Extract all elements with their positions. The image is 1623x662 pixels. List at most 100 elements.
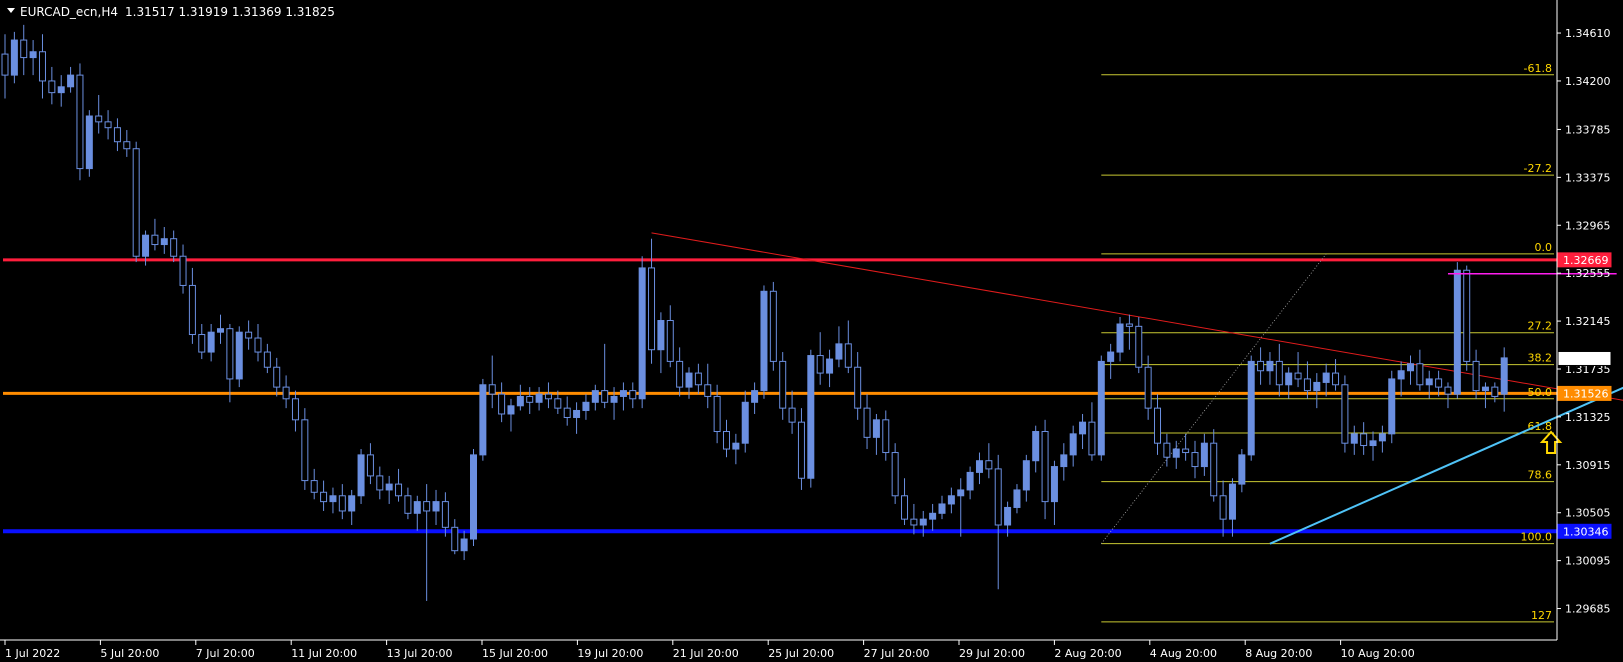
candle-body-bull bbox=[741, 401, 749, 444]
candle-body-bear bbox=[1088, 421, 1096, 456]
candle-body-bear bbox=[95, 115, 103, 123]
time-tick-label: 27 Jul 20:00 bbox=[864, 647, 930, 660]
candle-body-bull bbox=[142, 234, 150, 257]
candle-body-bull bbox=[657, 320, 665, 351]
candle-body-bear bbox=[722, 431, 730, 450]
candle-body-bear bbox=[844, 343, 852, 368]
candle-body-bull bbox=[1500, 357, 1508, 395]
candle-body-bear bbox=[423, 501, 431, 512]
fib-level-label: 100.0 bbox=[1521, 531, 1553, 544]
candle-body-bear bbox=[441, 501, 449, 528]
candle-body-bear bbox=[282, 386, 290, 400]
candle-body-bear bbox=[451, 526, 459, 552]
price-tick-label: 1.32555 bbox=[1565, 267, 1611, 280]
candle-body-bear bbox=[48, 80, 56, 94]
time-tick-label: 11 Jul 20:00 bbox=[291, 647, 357, 660]
candle-body-bull bbox=[460, 538, 468, 552]
candle-body-bull bbox=[573, 409, 581, 418]
candle bbox=[479, 378, 487, 461]
candle-body-bull bbox=[535, 393, 543, 403]
candlestick-chart: -61.8-27.20.027.238.250.061.878.6100.012… bbox=[0, 0, 1623, 662]
candle-body-bear bbox=[1191, 452, 1199, 468]
candle-body-bear bbox=[310, 480, 318, 493]
candle-body-bull bbox=[1369, 440, 1377, 447]
candle-body-bull bbox=[479, 384, 487, 456]
candle-body-bear bbox=[366, 454, 374, 477]
candle-body-bear bbox=[1135, 325, 1143, 368]
candle bbox=[1097, 355, 1105, 461]
time-tick-label: 8 Aug 20:00 bbox=[1245, 647, 1312, 660]
candle-body-bear bbox=[1154, 407, 1162, 444]
candle-body-bull bbox=[1425, 378, 1433, 386]
candle-body-bull bbox=[413, 501, 421, 514]
candle-body-bull bbox=[1453, 269, 1461, 395]
candle-body-bear bbox=[273, 366, 281, 388]
candle-body-bear bbox=[395, 483, 403, 497]
candle-body-bull bbox=[1032, 431, 1040, 462]
candle-body-bear bbox=[263, 351, 271, 368]
time-tick-label: 25 Jul 20:00 bbox=[768, 647, 834, 660]
candle bbox=[10, 31, 18, 84]
candle-body-bear bbox=[301, 419, 309, 482]
candle-body-bear bbox=[563, 407, 571, 418]
price-tick-label: 1.34200 bbox=[1565, 75, 1611, 88]
candle-body-bull bbox=[1060, 454, 1068, 468]
candle-body-bear bbox=[1360, 433, 1368, 447]
candle-body-bull bbox=[235, 331, 243, 380]
price-tick-label: 1.34610 bbox=[1565, 27, 1611, 40]
price-tag: 1.31825 bbox=[1557, 350, 1612, 366]
candle-body-bear bbox=[104, 121, 112, 129]
candle-body-bull bbox=[1285, 372, 1293, 386]
price-tick-label: 1.33785 bbox=[1565, 123, 1611, 136]
candle-body-bull bbox=[470, 454, 477, 540]
candle-body-bull bbox=[1116, 323, 1124, 353]
candle bbox=[76, 63, 84, 181]
candle-body-bear bbox=[76, 74, 84, 170]
candle-body-bear bbox=[863, 407, 871, 438]
candle-body-bull bbox=[685, 372, 693, 388]
candle-body-bear bbox=[488, 384, 496, 395]
candle-body-bear bbox=[901, 495, 909, 520]
candle-body-bear bbox=[320, 491, 328, 503]
candle-body-bull bbox=[1247, 360, 1255, 456]
candle-body-bear bbox=[226, 328, 234, 380]
candle-body-bull bbox=[610, 395, 618, 403]
candle-body-bear bbox=[376, 475, 384, 491]
fib-level-label: 38.2 bbox=[1528, 352, 1553, 365]
candle-body-bear bbox=[816, 355, 824, 374]
candle bbox=[85, 110, 93, 177]
candle-body-bear bbox=[629, 390, 637, 400]
candle bbox=[807, 349, 815, 488]
time-tick-label: 7 Jul 20:00 bbox=[196, 647, 255, 660]
candle bbox=[891, 443, 899, 504]
candle-body-bull bbox=[1022, 460, 1030, 491]
candle bbox=[1463, 265, 1471, 371]
candle-body-bull bbox=[67, 74, 75, 88]
candle-body-bull bbox=[385, 483, 393, 491]
candle-body-bull bbox=[638, 267, 646, 400]
time-tick-label: 15 Jul 20:00 bbox=[482, 647, 548, 660]
candle-body-bull bbox=[1407, 363, 1414, 372]
candle-body-bull bbox=[966, 471, 974, 491]
candle-body-bear bbox=[1303, 378, 1311, 392]
candle-body-bull bbox=[1313, 381, 1321, 392]
candle-body-bear bbox=[1219, 495, 1227, 520]
price-tag: 1.32669 bbox=[1557, 252, 1612, 268]
candle-body-bear bbox=[769, 290, 777, 362]
price-tick-label: 1.30505 bbox=[1565, 507, 1611, 520]
candle-body-bear bbox=[1125, 323, 1133, 327]
candle-body-bear bbox=[1491, 386, 1499, 397]
fib-level-label: 27.2 bbox=[1528, 320, 1553, 333]
candle-body-bull bbox=[217, 328, 225, 333]
time-tick-label: 19 Jul 20:00 bbox=[577, 647, 643, 660]
candle-body-bull bbox=[582, 401, 590, 411]
candle-body-bull bbox=[85, 115, 93, 170]
candle-body-bear bbox=[554, 398, 562, 409]
ohlc-readout: 1.31517 1.31919 1.31369 1.31825 bbox=[125, 5, 335, 19]
fib-level-label: 78.6 bbox=[1528, 469, 1553, 482]
candle-body-bear bbox=[1472, 360, 1480, 392]
candle-body-bull bbox=[160, 238, 168, 246]
candle bbox=[132, 141, 140, 263]
candle-body-bull bbox=[1050, 466, 1058, 503]
time-tick-label: 13 Jul 20:00 bbox=[387, 647, 453, 660]
